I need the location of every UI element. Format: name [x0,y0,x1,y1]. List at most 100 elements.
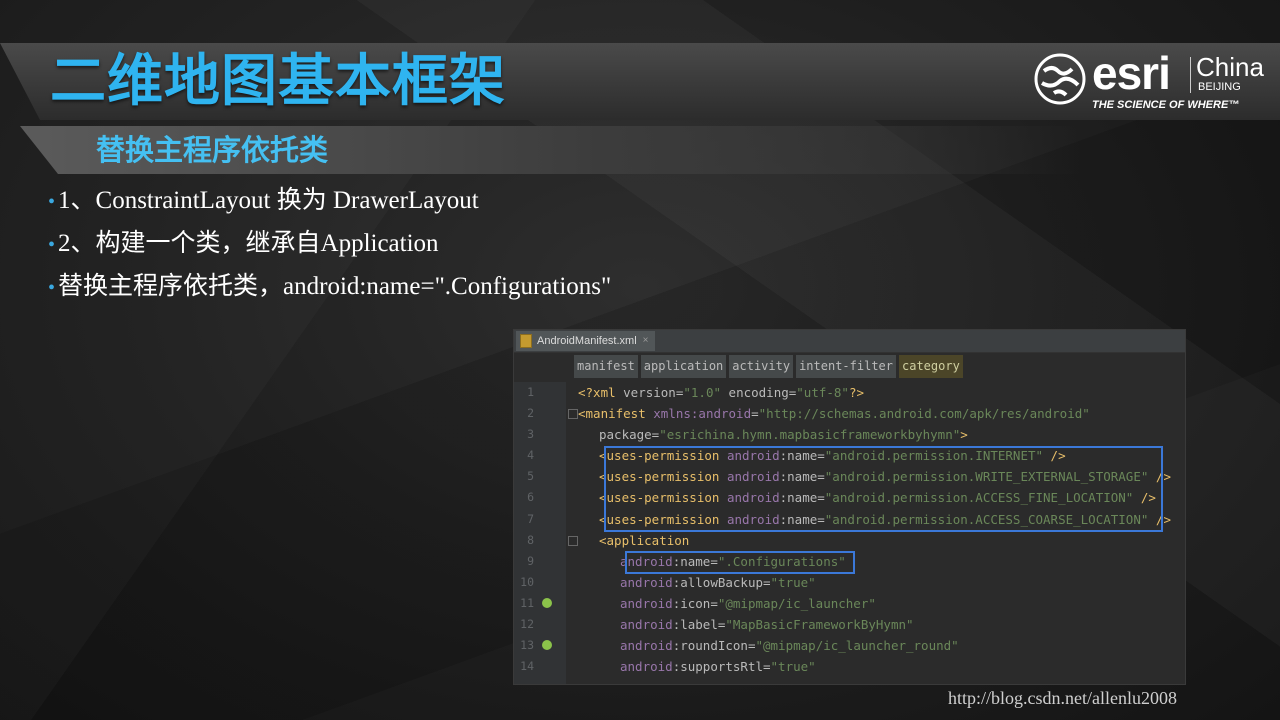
code-token: "MapBasicFrameworkByHymn" [725,617,914,633]
code-token: :allowBackup= [672,574,771,590]
xml-file-icon [520,334,532,348]
code-text: package="esrichina.hymn.mapbasicframewor… [599,424,968,445]
code-line[interactable]: 1 <?xml version="1.0" encoding="utf-8"?> [514,382,1185,403]
code-token: android [620,659,673,675]
code-token: :name= [779,448,825,464]
code-token: android [620,617,673,633]
code-text: android:roundIcon="@mipmap/ic_launcher_r… [620,635,959,656]
code-editor[interactable]: 1 <?xml version="1.0" encoding="utf-8"?> 2… [514,382,1185,684]
line-number: 6 [527,490,534,505]
code-text: <uses-permission android:name="android.p… [599,466,1171,487]
code-text: <manifest xmlns:android="http://schemas.… [578,403,1090,424]
line-number: 14 [520,659,534,674]
code-line[interactable]: 13 android:roundIcon="@mipmap/ic_launcher… [514,635,1185,656]
code-text: android:icon="@mipmap/ic_launcher" [620,593,876,614]
bullet-dot-icon: • [48,277,56,299]
code-line[interactable]: 7 <uses-permission android:name="android.… [514,509,1185,530]
code-token: :icon= [672,595,718,611]
code-token: /> [1133,490,1156,506]
code-token: <uses-permission [599,469,727,485]
code-line[interactable]: 2 <manifest xmlns:android="http://schemas… [514,403,1185,424]
code-token: :name= [779,511,825,527]
code-text: <uses-permission android:name="android.p… [599,445,1066,466]
code-token: <uses-permission [599,448,727,464]
code-line[interactable]: 6 <uses-permission android:name="android.… [514,487,1185,508]
code-text: <uses-permission android:name="android.p… [599,487,1156,508]
code-token: /> [1043,448,1066,464]
code-token: "android.permission.INTERNET" [824,448,1044,464]
code-text: android:label="MapBasicFrameworkByHymn" [620,614,914,635]
code-line[interactable]: 5 <uses-permission android:name="android.… [514,466,1185,487]
code-token: "android.permission.WRITE_EXTERNAL_STORA… [824,469,1149,485]
close-icon[interactable]: × [643,331,649,351]
fold-icon[interactable] [568,409,578,420]
line-number: 1 [527,385,534,399]
code-line[interactable]: 14 android:supportsRtl="true" [514,656,1185,677]
code-line[interactable]: 10 android:allowBackup="true" [514,572,1185,593]
code-token: > [960,427,968,443]
line-number: 12 [520,617,534,632]
code-line[interactable]: 4 <uses-permission android:name="android.… [514,445,1185,466]
code-token: android [620,574,673,590]
breadcrumb: manifest application activity intent-fil… [574,355,963,378]
bullet-text: 2、构建一个类，继承自Application [58,230,439,257]
slide-subtitle: 替换主程序依托类 [96,133,329,167]
tab-androidmanifest[interactable]: AndroidManifest.xml × [516,331,655,351]
code-line[interactable]: 3 package="esrichina.hymn.mapbasicframewo… [514,424,1185,445]
breadcrumb-application[interactable]: application [640,355,727,378]
code-line[interactable]: 11 android:icon="@mipmap/ic_launcher" [514,593,1185,614]
code-line[interactable]: 8 <application [514,530,1185,551]
code-token: "utf-8" [796,385,849,400]
fold-icon[interactable] [568,535,578,546]
code-token: :roundIcon= [672,638,756,654]
esri-logo: esri China BEIJING THE SCIENCE OF WHERE™ [1034,47,1274,115]
code-line[interactable]: 12 android:label="MapBasicFrameworkByHymn… [514,614,1185,635]
watermark: http://blog.csdn.net/allenlu2008 [948,688,1177,708]
code-line[interactable]: 9 android:name=".Configurations" [514,551,1185,572]
code-token: = [751,406,759,422]
code-token: "http://schemas.android.com/apk/res/andr… [758,406,1090,422]
breadcrumb-intent-filter[interactable]: intent-filter [796,355,896,378]
editor-tab-bar: AndroidManifest.xml × [514,330,1185,353]
line-number: 2 [527,406,534,421]
bullet-list: • 1、ConstraintLayout 换为 DrawerLayout • 2、构… [48,180,611,309]
globe-icon [1034,53,1086,105]
code-text: <?xml version="1.0" encoding="utf-8"?> [578,382,864,403]
line-number: 3 [527,427,534,442]
code-token: "true" [770,659,816,675]
logo-brand: esri [1092,47,1171,99]
bullet-text: 1、ConstraintLayout 换为 DrawerLayout [58,187,479,214]
breadcrumb-category[interactable]: category [899,355,963,378]
code-text: android:name=".Configurations" [620,551,846,572]
code-token: android [726,448,780,464]
android-resource-icon[interactable] [542,640,552,651]
code-token: <manifest [578,406,654,422]
code-token: <application [599,532,690,548]
line-number: 10 [520,574,534,589]
line-number: 4 [527,448,534,463]
bullet-dot-icon: • [48,234,56,256]
code-token: :name= [779,469,825,485]
breadcrumb-activity[interactable]: activity [729,355,794,378]
android-resource-icon[interactable] [542,597,552,608]
line-number: 11 [520,595,534,610]
tab-label: AndroidManifest.xml [537,335,637,347]
bullet-item: • 1、ConstraintLayout 换为 DrawerLayout [48,180,611,223]
code-token: package= [599,427,660,443]
code-token: android [726,511,780,527]
line-number: 8 [527,532,534,547]
code-token: "android.permission.ACCESS_FINE_LOCATION… [824,490,1134,506]
code-token: "android.permission.ACCESS_COARSE_LOCATI… [824,511,1149,527]
slide-title: 二维地图基本框架 [50,49,506,114]
line-number: 5 [527,469,534,484]
code-token: "@mipmap/ic_launcher" [717,595,876,611]
breadcrumb-manifest[interactable]: manifest [574,355,638,378]
code-token: ?> [848,385,865,400]
logo-region: China [1196,52,1264,82]
code-token: :supportsRtl= [672,659,771,675]
code-token: encoding= [721,385,797,400]
code-token: android [726,469,780,485]
bullet-dot-icon: • [48,191,56,213]
code-token: :label= [672,617,726,633]
bullet-item: • 替换主程序依托类，android:name=".Configurations" [48,266,611,309]
